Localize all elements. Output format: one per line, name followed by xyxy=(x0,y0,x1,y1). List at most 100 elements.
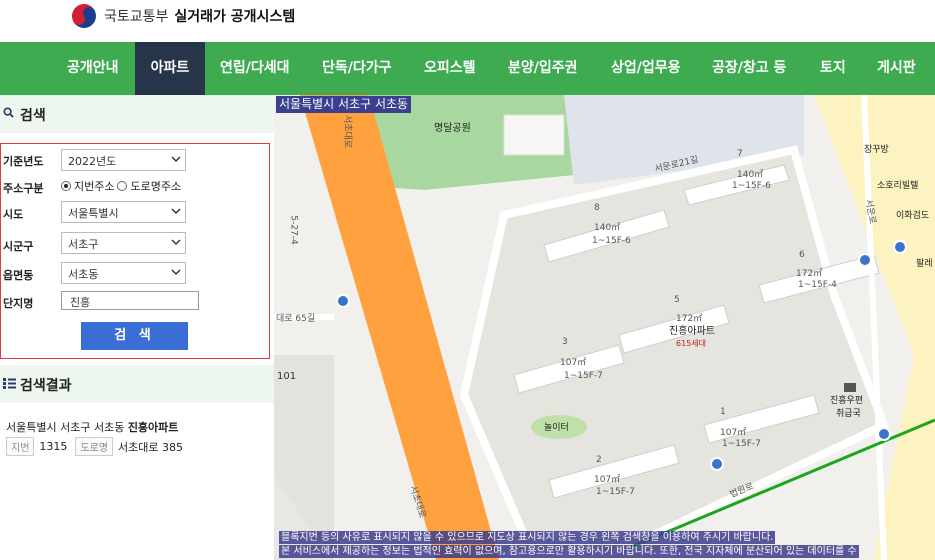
sigungu-value: 서초구 xyxy=(68,238,99,251)
sido-value: 서울특별시 xyxy=(68,207,119,220)
jibun-value: 1315 xyxy=(39,440,68,453)
bus-stop-icon[interactable] xyxy=(336,294,350,308)
nav-item-presale[interactable]: 분양/입주권 xyxy=(508,42,578,95)
search-header: 검색 xyxy=(0,95,274,133)
jibun-tag: 지번 xyxy=(6,437,35,456)
taegeuk-logo-icon xyxy=(67,0,101,33)
search-form: 기준년도 2022년도 주소구분 지번주소 도로명주소 시도 서울특별시 시군구… xyxy=(0,143,270,359)
road-tag: 도로명 xyxy=(75,437,114,456)
bldg-area: 140㎡ xyxy=(737,170,764,180)
year-label: 기준년도 xyxy=(3,155,44,168)
nav-item-apartment[interactable]: 아파트 xyxy=(135,42,205,95)
post-office-label: 진흥우편 xyxy=(830,396,864,406)
bldg-number: 1 xyxy=(720,407,726,417)
road-value: 서초대로 385 xyxy=(118,440,183,454)
park-label: 명달공원 xyxy=(434,123,471,134)
bldg-number: 2 xyxy=(596,455,602,465)
post-office-icon xyxy=(844,383,856,392)
bus-stop-icon[interactable] xyxy=(877,427,891,441)
bldg-area: 140㎡ xyxy=(594,223,621,233)
nav-item-commercial[interactable]: 상업/업무용 xyxy=(611,42,681,95)
search-icon xyxy=(3,107,14,118)
road-label-27: 5-27-4 xyxy=(288,215,299,245)
map-view[interactable]: 서울특별시 서초구 서초동 명달공원 서운로21길 대로 65길 5-27-4 … xyxy=(274,95,935,560)
bldg-floors: 1~15F-7 xyxy=(722,439,761,449)
building-101: 101 xyxy=(277,371,297,382)
playground-label: 놀이터 xyxy=(544,423,569,433)
road-radio-label: 도로명주소 xyxy=(130,180,182,193)
nav-item-detached[interactable]: 단독/다가구 xyxy=(322,42,392,95)
bldg-floors: 1~15F-7 xyxy=(564,371,603,381)
bus-stop-icon[interactable] xyxy=(710,457,724,471)
search-title: 검색 xyxy=(20,108,46,124)
chevron-down-icon xyxy=(171,269,181,276)
nav-item-board[interactable]: 게시판 xyxy=(877,42,916,95)
bldg-floors: 1~15F-7 xyxy=(596,487,635,497)
map-notice-2: 본 서비스에서 제공하는 정보는 법적인 효력이 없으며, 참고용으로만 활용하… xyxy=(279,545,859,558)
bldg-floors: 1~15F-6 xyxy=(732,181,771,191)
bus-stop-icon[interactable] xyxy=(858,253,872,267)
result-address: 지번 1315 도로명 서초대로 385 xyxy=(6,437,183,456)
results-header: 검색결과 xyxy=(0,365,274,403)
complex-label: 단지명 xyxy=(3,297,34,310)
year-select[interactable]: 2022년도 xyxy=(61,149,186,171)
search-button[interactable]: 검 색 xyxy=(81,322,188,350)
nav-item-factory[interactable]: 공장/창고 등 xyxy=(712,42,786,95)
site-logo[interactable]: 국토교통부 실거래가 공개시스템 xyxy=(67,0,296,33)
result-location: 서울특별시 서초구 서초동 xyxy=(6,421,125,434)
complex-area xyxy=(459,145,890,539)
ministry-name: 국토교통부 xyxy=(104,9,169,25)
bldg-number: 7 xyxy=(737,149,743,159)
addr-type-radios: 지번주소 도로명주소 xyxy=(61,178,181,194)
chevron-down-icon xyxy=(171,208,181,215)
bldg-number: 8 xyxy=(594,203,600,213)
nav-item-officetel[interactable]: 오피스텔 xyxy=(424,42,476,95)
map-location-title: 서울특별시 서초구 서초동 xyxy=(276,96,412,113)
list-icon xyxy=(3,378,16,389)
poi-sorri: 소호리빌텔 xyxy=(877,181,919,191)
nav-item-townhouse[interactable]: 연립/다세대 xyxy=(220,42,290,95)
jibun-radio-label: 지번주소 xyxy=(74,180,115,193)
map-notice-1: 블록지번 등의 사유로 표시되지 않을 수 있으므로 지도상 표시되지 않는 경… xyxy=(279,531,776,544)
poi-palle: 팔레 xyxy=(916,259,933,269)
park-building xyxy=(503,114,565,156)
bldg-area: 172㎡ xyxy=(796,269,823,279)
bldg-floors: 1~15F-4 xyxy=(798,280,837,290)
bldg-number: 5 xyxy=(674,295,680,305)
jibun-radio[interactable] xyxy=(61,181,71,191)
chevron-down-icon xyxy=(171,239,181,246)
road-radio[interactable] xyxy=(117,181,128,191)
bldg-area: 172㎡ xyxy=(676,314,703,324)
bldg-number: 3 xyxy=(562,337,568,347)
poi-leehwa: 이화검도 xyxy=(896,211,930,221)
main-nav: 공개안내 아파트 연립/다세대 단독/다가구 오피스텔 분양/입주권 상업/업무… xyxy=(0,42,935,95)
bldg-area: 107㎡ xyxy=(560,358,587,368)
sigungu-select[interactable]: 서초구 xyxy=(61,232,186,254)
complex-input[interactable]: 진흥 xyxy=(61,291,199,310)
poi-jangbang: 장꾸방 xyxy=(864,145,889,155)
bldg-number: 6 xyxy=(799,250,805,260)
site-header: 국토교통부 실거래가 공개시스템 xyxy=(0,0,935,42)
post-office-label-2: 취급국 xyxy=(836,409,861,419)
bldg-area: 107㎡ xyxy=(594,475,621,485)
dong-select[interactable]: 서초동 xyxy=(61,262,186,284)
dong-value: 서초동 xyxy=(68,268,99,281)
year-value: 2022년도 xyxy=(68,155,117,168)
result-item[interactable]: 서울특별시 서초구 서초동 진흥아파트 xyxy=(6,419,178,435)
sido-label: 시도 xyxy=(3,208,24,221)
nav-item-land[interactable]: 토지 xyxy=(820,42,846,95)
apt-units-label: 615세대 xyxy=(676,339,706,348)
bldg-floors: 1~15F-6 xyxy=(592,236,631,246)
left-panel: 검색 기준년도 2022년도 주소구분 지번주소 도로명주소 시도 서울특별시 … xyxy=(0,95,274,560)
addr-type-label: 주소구분 xyxy=(3,182,44,195)
apt-name-label: 진흥아파트 xyxy=(669,326,715,337)
system-name: 실거래가 공개시스템 xyxy=(174,9,296,25)
road-label-65: 대로 65길 xyxy=(276,314,316,324)
results-title: 검색결과 xyxy=(20,378,72,394)
bus-stop-icon[interactable] xyxy=(893,240,907,254)
chevron-down-icon xyxy=(171,156,181,163)
nav-item-notice[interactable]: 공개안내 xyxy=(67,42,119,95)
bldg-area: 107㎡ xyxy=(720,428,747,438)
sido-select[interactable]: 서울특별시 xyxy=(61,201,186,223)
road-label-daero: 서초대로 xyxy=(342,114,353,149)
